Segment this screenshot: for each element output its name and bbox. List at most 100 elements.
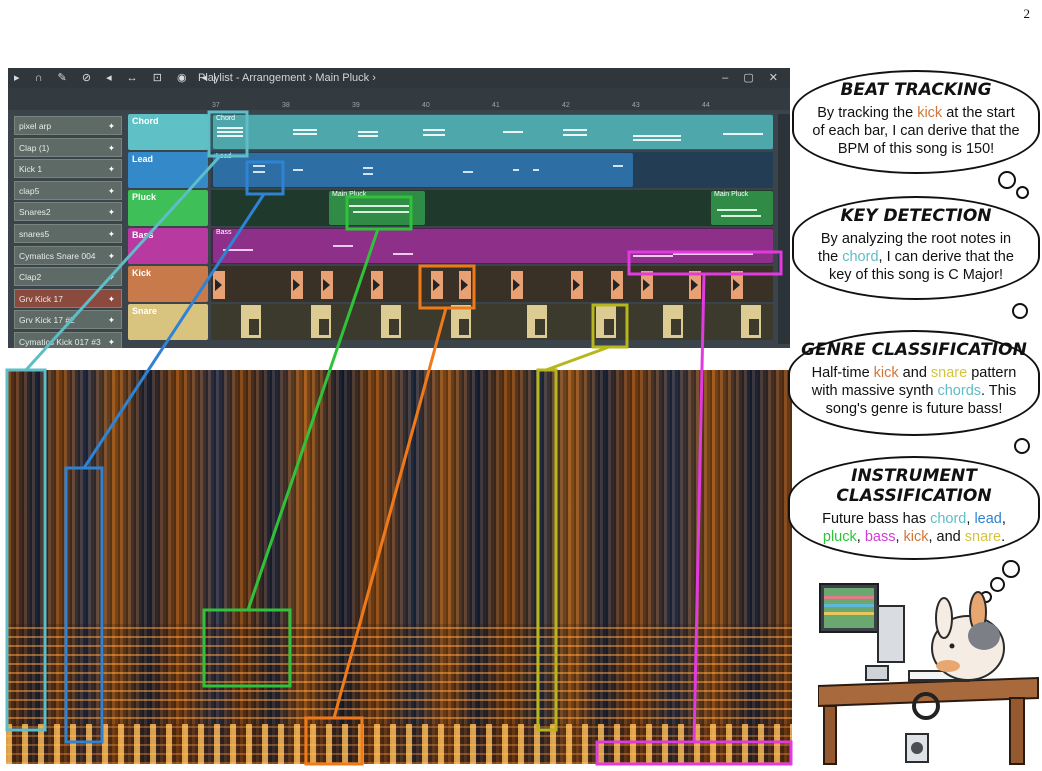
channel-label: Clap2 [19,272,42,283]
channel-add-icon[interactable]: ✦ [108,333,115,348]
snare-pattern-block[interactable] [311,305,331,338]
spectrogram [6,370,792,764]
channel-item[interactable]: Snares2 ✦ [14,202,122,222]
ruler-bar-number: 39 [352,102,360,109]
highlight-snare: snare [964,529,1002,545]
ruler-bar-number: 41 [492,102,500,109]
track-header-lead[interactable]: Lead [128,152,208,188]
ruler-bar-number: 44 [702,102,710,109]
highlight-pluck: pluck [822,529,857,545]
channel-item[interactable]: Grv Kick 17 #2 ✦ [14,310,122,330]
kick-pattern-block[interactable] [431,271,443,299]
channel-add-icon[interactable]: ✦ [108,203,115,221]
track-header-pluck[interactable]: Pluck [128,190,208,226]
bubble-instrument-classification: INSTRUMENT CLASSIFICATION Future bass ha… [788,456,1040,560]
channel-item[interactable]: clap5 ✦ [14,180,122,200]
bubble-genre-title: GENRE CLASSIFICATION [801,340,1027,360]
daw-titlebar: ▸ ∩ ✎ ⊘ ◂ ↔ ⊡ ◉ ◂| Playlist - Arrangemen… [8,68,790,88]
bubble-text-run: Future bass has [822,511,931,527]
midi-note [613,165,623,167]
track-header-snare[interactable]: Snare [128,304,208,340]
highlight-kick: kick [917,105,943,121]
kick-pattern-block[interactable] [511,271,523,299]
snare-pattern-block[interactable] [451,305,471,338]
channel-item[interactable]: Grv Kick 17 ✦ [14,288,122,308]
midi-note [503,131,523,133]
midi-note [349,205,409,207]
channel-add-icon[interactable]: ✦ [108,247,115,265]
clip-main-pluck-a[interactable]: Main Pluck [329,191,425,225]
kick-pattern-block[interactable] [641,271,653,299]
snare-waveform [319,319,329,335]
channel-item[interactable]: Clap (1) ✦ [14,137,122,157]
kick-pattern-block[interactable] [321,271,333,299]
kick-pattern-block[interactable] [213,271,225,299]
ruler-bar-number: 37 [212,102,220,109]
snare-waveform [749,319,759,335]
channel-label: Grv Kick 17 [19,293,63,304]
kick-pattern-block[interactable] [371,271,383,299]
snare-pattern-block[interactable] [527,305,547,338]
clip-main-pluck-b[interactable]: Main Pluck [711,191,773,225]
snare-pattern-block[interactable] [241,305,261,338]
channel-label: Cymatics Snare 004 [19,250,96,261]
timeline-ruler: 37 38 39 40 41 42 43 44 [212,102,772,114]
channel-add-icon[interactable]: ✦ [108,182,115,200]
midi-note [533,169,539,171]
midi-note [633,255,673,257]
snare-pattern-block[interactable] [741,305,761,338]
clip-chord[interactable]: Chord [213,115,773,149]
kick-pattern-block[interactable] [291,271,303,299]
highlight-lead: lead [974,511,1002,527]
lane-snare [211,304,773,340]
track-header-chord[interactable]: Chord [128,114,208,150]
track-header-kick[interactable]: Kick [128,266,208,302]
track-header-bass[interactable]: Bass [128,228,208,264]
channel-add-icon[interactable]: ✦ [108,117,115,135]
channel-add-icon[interactable]: ✦ [108,225,115,243]
kick-pattern-block[interactable] [689,271,701,299]
snare-pattern-block[interactable] [596,305,616,338]
channel-item[interactable]: Cymatics Kick 017 #3 ✦ [14,331,122,348]
channel-item[interactable]: pixel arp ✦ [14,116,122,135]
bubble-genre-text: Half-time kick and snare pattern with ma… [808,364,1020,418]
window-controls[interactable]: – ▢ ✕ [722,71,784,84]
clip-lead[interactable]: Lead [213,153,633,187]
highlight-chord: chord [930,511,967,527]
channel-add-icon[interactable]: ✦ [108,311,115,329]
channel-add-icon[interactable]: ✦ [108,290,115,308]
midi-note [423,134,445,136]
kick-pattern-block[interactable] [731,271,743,299]
channel-item[interactable]: Cymatics Snare 004 ✦ [14,245,122,265]
channel-add-icon[interactable]: ✦ [108,160,115,178]
snare-pattern-block[interactable] [663,305,683,338]
midi-note [217,131,243,133]
bubble-instrument-text: Future bass has chord, lead, pluck, bass… [808,510,1020,546]
bubble-genre-classification: GENRE CLASSIFICATION Half-time kick and … [788,330,1040,436]
kick-pattern-block[interactable] [571,271,583,299]
toolbar-icons[interactable]: ▸ ∩ ✎ ⊘ ◂ ↔ ⊡ ◉ ◂| [14,71,222,84]
channel-label: clap5 [19,185,40,196]
channel-item[interactable]: Kick 1 ✦ [14,159,122,179]
midi-note [293,129,317,131]
kick-pattern-block[interactable] [611,271,623,299]
clip-bass[interactable]: Bass [213,229,773,263]
channel-item[interactable]: snares5 ✦ [14,223,122,243]
midi-note [633,135,681,137]
channel-add-icon[interactable]: ✦ [108,268,115,286]
channel-label: snares5 [19,228,50,239]
channel-item[interactable]: Clap2 ✦ [14,267,122,287]
midi-note [253,171,265,173]
channel-add-icon[interactable]: ✦ [108,139,115,157]
bubble-text-run: Half-time [811,365,874,381]
snare-pattern-block[interactable] [381,305,401,338]
lane-lead: Lead [211,152,773,188]
channel-label: Cymatics Kick 017 #3 [19,336,101,347]
snare-waveform [389,319,399,335]
bubble-key-detection-text: By analyzing the root notes in the chord… [812,230,1020,284]
midi-note [358,131,378,133]
kick-pattern-block[interactable] [459,271,471,299]
thought-dot [1016,186,1029,199]
midi-note [353,211,409,213]
vertical-scrollbar[interactable] [778,114,790,344]
